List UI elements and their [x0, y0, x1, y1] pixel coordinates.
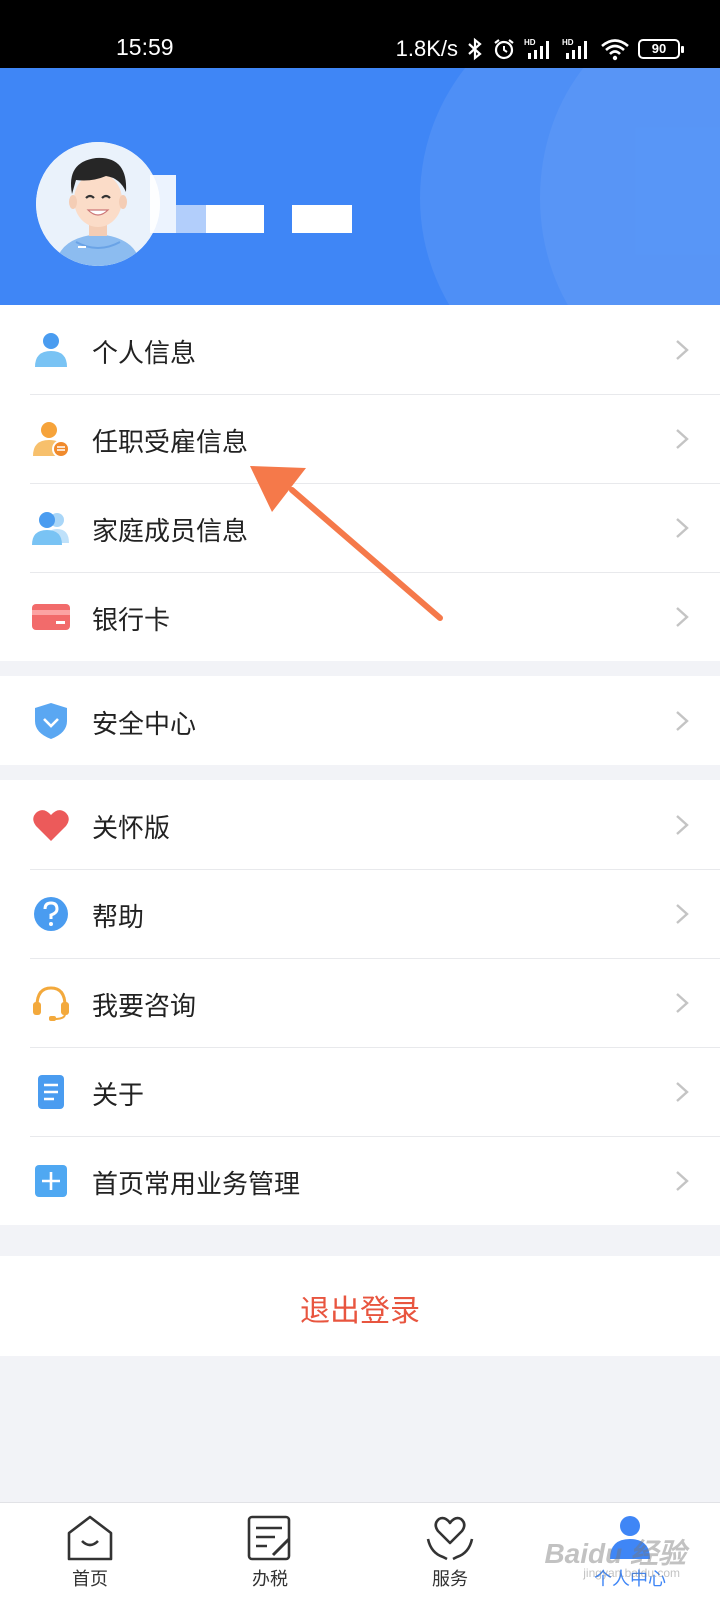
- nav-home[interactable]: 首页: [0, 1503, 180, 1600]
- menu-item-label: 我要咨询: [92, 992, 197, 1022]
- menu-item-label: 家庭成员信息: [92, 517, 249, 547]
- battery-icon: 90: [638, 39, 684, 59]
- menu-item-homepage-business[interactable]: 首页常用业务管理: [0, 1136, 720, 1225]
- menu-item-label: 关于: [92, 1081, 145, 1111]
- menu-item-label: 帮助: [92, 903, 145, 933]
- family-members-icon: [32, 512, 69, 545]
- chevron-right-icon: [676, 1171, 689, 1191]
- menu-item-personal-info[interactable]: 个人信息: [0, 305, 720, 394]
- nav-label: 办税: [252, 1569, 288, 1590]
- network-speed: 1.8K/s: [395, 36, 458, 61]
- menu-item-label: 关怀版: [92, 814, 171, 844]
- menu-item-label: 银行卡: [92, 606, 171, 636]
- employment-info-icon: [33, 422, 70, 458]
- header-decoration: [540, 68, 720, 305]
- status-time: 15:59: [116, 34, 174, 60]
- menu-item-label: 个人信息: [92, 339, 197, 369]
- chevron-right-icon: [676, 518, 689, 538]
- help-icon: [34, 897, 68, 931]
- menu-item-family-info[interactable]: 家庭成员信息: [0, 483, 720, 572]
- status-bar: 15:59 1.8K/s HD HD 90: [0, 0, 720, 68]
- shield-icon: [35, 703, 67, 739]
- chevron-right-icon: [676, 607, 689, 627]
- user-name-redacted: [150, 175, 176, 233]
- menu-item-care-version[interactable]: 关怀版: [0, 780, 720, 869]
- menu-item-label: 首页常用业务管理: [92, 1170, 301, 1200]
- menu-item-help[interactable]: 帮助: [0, 869, 720, 958]
- menu-item-bank-card[interactable]: 银行卡: [0, 572, 720, 661]
- user-avatar-icon[interactable]: [36, 142, 160, 266]
- menu-item-label: 任职受雇信息: [92, 428, 249, 458]
- signal-hd-icon: HD: [562, 38, 587, 59]
- chevron-right-icon: [676, 904, 689, 924]
- tax-form-icon: [247, 1515, 291, 1561]
- nav-tax[interactable]: 办税: [180, 1503, 360, 1600]
- bank-card-icon: [32, 604, 70, 630]
- document-icon: [38, 1075, 64, 1109]
- chevron-right-icon: [676, 429, 689, 449]
- person-icon: [35, 333, 67, 367]
- heart-icon: [33, 810, 69, 841]
- home-icon: [67, 1515, 113, 1561]
- plus-square-icon: [35, 1165, 67, 1197]
- menu-item-security-center[interactable]: 安全中心: [0, 676, 720, 765]
- chevron-right-icon: [676, 340, 689, 360]
- logout-button[interactable]: 退出登录: [0, 1256, 720, 1356]
- chevron-right-icon: [676, 815, 689, 835]
- menu-item-consult[interactable]: 我要咨询: [0, 958, 720, 1047]
- logout-label: 退出登录: [300, 1294, 420, 1329]
- menu-group-security: 安全中心: [0, 676, 720, 765]
- menu-item-employment-info[interactable]: 任职受雇信息: [0, 394, 720, 483]
- svg-text:HD: HD: [562, 38, 574, 47]
- user-name-redacted: [176, 205, 206, 233]
- status-icons: 1.8K/s HD HD 90: [395, 36, 684, 62]
- nav-label: 首页: [72, 1569, 108, 1590]
- headset-icon: [33, 986, 69, 1021]
- nav-label: 服务: [432, 1569, 468, 1590]
- menu-group-personal: 个人信息 任职受雇信息 家庭成员信息 银行卡: [0, 305, 720, 661]
- chevron-right-icon: [676, 993, 689, 1013]
- wifi-icon: [601, 39, 629, 61]
- menu-item-label: 安全中心: [92, 710, 197, 740]
- signal-hd-icon: HD: [524, 38, 549, 59]
- user-name-redacted: [292, 205, 352, 233]
- chevron-right-icon: [676, 1082, 689, 1102]
- watermark-url: jingyan.baidu.com: [583, 1566, 680, 1580]
- chevron-right-icon: [676, 711, 689, 731]
- nav-service[interactable]: 服务: [360, 1503, 540, 1600]
- menu-item-about[interactable]: 关于: [0, 1047, 720, 1136]
- user-name-redacted: [206, 205, 264, 233]
- alarm-icon: [494, 39, 514, 60]
- svg-text:HD: HD: [524, 38, 536, 47]
- menu-group-general: 关怀版 帮助 我要咨询 关于 首页常用业务管理: [0, 780, 720, 1225]
- bluetooth-icon: [468, 37, 482, 61]
- service-heart-icon: [426, 1516, 474, 1561]
